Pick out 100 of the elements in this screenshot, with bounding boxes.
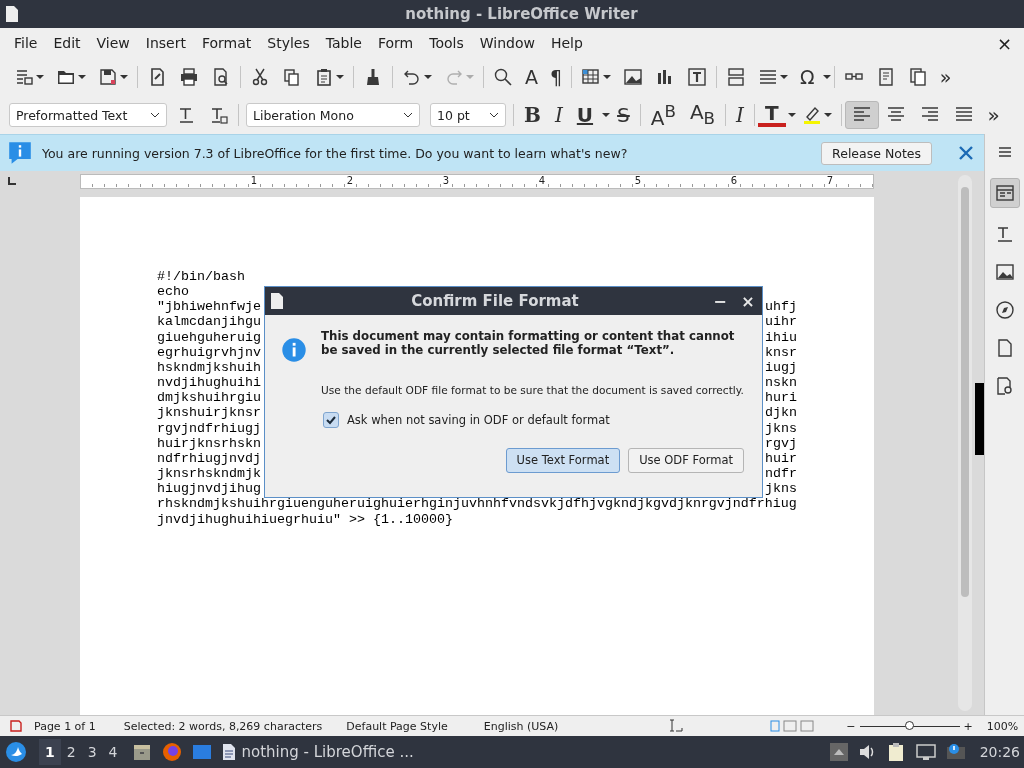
- ruler[interactable]: 1 2 3 4 5 6 7: [80, 173, 874, 189]
- document-icon: [270, 292, 284, 310]
- underline-button[interactable]: U: [569, 102, 601, 128]
- dropdown-arrow-icon[interactable]: [36, 73, 44, 81]
- checkbox[interactable]: [323, 412, 339, 428]
- spelling-button[interactable]: A: [519, 66, 544, 88]
- printer-icon[interactable]: [179, 67, 199, 87]
- table-icon[interactable]: [581, 67, 602, 87]
- dropdown-arrow-icon[interactable]: [823, 111, 832, 119]
- clock: 20:26: [979, 744, 1020, 760]
- ruler-label: 4: [536, 175, 548, 187]
- zoom-slider-thumb[interactable]: [904, 720, 914, 730]
- font-color-button[interactable]: T: [757, 103, 786, 127]
- menu-item[interactable]: Window: [471, 35, 543, 51]
- document-text: uhfj: [765, 299, 797, 315]
- menu-item[interactable]: Table: [317, 35, 370, 51]
- workspace-button[interactable]: 3: [81, 739, 103, 765]
- paste-icon[interactable]: [314, 67, 334, 87]
- close-document-button[interactable]: ×: [996, 32, 1018, 54]
- file-cabinet-icon[interactable]: [131, 742, 152, 762]
- copy-icon[interactable]: [282, 67, 302, 87]
- notification-icon[interactable]: [945, 743, 966, 761]
- more-button[interactable]: »: [980, 102, 1007, 128]
- zoom-in-button[interactable]: +: [963, 719, 973, 733]
- document-text: giuehguheruig: [157, 329, 261, 345]
- document-text: jknsrhskndmjk: [157, 466, 261, 482]
- page-style: Default Page Style: [346, 719, 448, 733]
- menu-item[interactable]: Tools: [421, 35, 472, 51]
- special-character-button[interactable]: Ω: [794, 66, 821, 88]
- dropdown-arrow-icon[interactable]: [120, 73, 128, 81]
- page-search-icon[interactable]: [994, 376, 1015, 396]
- align-left-icon[interactable]: [844, 101, 879, 129]
- dropdown-arrow-icon[interactable]: [780, 73, 789, 81]
- workspace-button[interactable]: 4: [102, 739, 124, 765]
- chevron-icon[interactable]: [150, 110, 160, 120]
- dropdown-arrow-icon[interactable]: [787, 111, 796, 119]
- search-icon[interactable]: [493, 67, 513, 87]
- menu-item[interactable]: Format: [193, 35, 260, 51]
- formatting-marks-button[interactable]: ¶: [544, 66, 569, 88]
- dropdown-arrow-icon[interactable]: [424, 73, 432, 81]
- release-notes-button[interactable]: Release Notes: [821, 141, 932, 165]
- clear-formatting-button[interactable]: I: [729, 102, 751, 128]
- font-name-dropdown[interactable]: Liberation Mono: [246, 103, 420, 127]
- dropdown-arrow-icon[interactable]: [602, 111, 611, 119]
- zoom-out-button[interactable]: −: [846, 719, 856, 733]
- navigator-icon[interactable]: [994, 300, 1015, 320]
- new-document-icon[interactable]: [14, 67, 34, 87]
- bold-button[interactable]: B: [517, 102, 548, 128]
- menu-item[interactable]: View: [88, 35, 138, 51]
- info-message: You are running version 7.3 of LibreOffice for the first time. Do you want to learn what's new?: [42, 145, 629, 161]
- more-button[interactable]: »: [933, 66, 958, 88]
- dropdown-arrow-icon[interactable]: [822, 73, 831, 81]
- document-text: rgvj: [765, 435, 797, 451]
- superscript-button[interactable]: A$^{B}$: [643, 99, 683, 131]
- italic-button[interactable]: I: [547, 102, 570, 128]
- start-menu-icon[interactable]: [5, 741, 27, 763]
- menu-item[interactable]: Form: [369, 35, 422, 51]
- page-break-icon[interactable]: [726, 67, 747, 87]
- text-box-icon[interactable]: [687, 67, 708, 87]
- document-text: hiugjnvdjihug: [157, 481, 261, 497]
- dropdown-arrow-icon[interactable]: [78, 73, 86, 81]
- dialog-button[interactable]: Use ODF Format: [628, 448, 744, 473]
- menu-item[interactable]: Edit: [45, 35, 89, 51]
- selection-info: Selected: 2 words, 8,269 characters: [123, 719, 323, 733]
- save-icon[interactable]: [98, 67, 118, 87]
- tab-stop-icon[interactable]: [8, 177, 16, 185]
- taskbar-task[interactable]: nothing - LibreOffice ...: [221, 743, 414, 761]
- checkbox-label[interactable]: Ask when not saving in ODF or default format: [347, 413, 610, 427]
- zoom-slider[interactable]: [859, 720, 960, 732]
- volume-icon[interactable]: [857, 743, 876, 761]
- minimize-button[interactable]: −: [706, 291, 734, 311]
- menu-item[interactable]: Insert: [137, 35, 194, 51]
- strikethrough-button[interactable]: S: [610, 102, 637, 128]
- close-button[interactable]: ×: [734, 291, 762, 311]
- font-size-dropdown[interactable]: 10 pt: [430, 103, 506, 127]
- dropdown-arrow-icon[interactable]: [603, 73, 612, 81]
- scrollbar[interactable]: [958, 175, 972, 711]
- dropdown-arrow-icon[interactable]: [336, 73, 344, 81]
- gallery-icon[interactable]: [994, 262, 1015, 282]
- new-style-icon[interactable]: [209, 105, 229, 125]
- chevron-icon[interactable]: [489, 110, 499, 120]
- workspace-button[interactable]: 2: [60, 739, 82, 765]
- subscript-button[interactable]: A$_{B}$: [682, 98, 722, 132]
- network-icon[interactable]: [915, 743, 936, 761]
- dialog-title: Confirm File Format: [410, 292, 580, 310]
- cut-icon[interactable]: [250, 67, 270, 87]
- paragraph-style-dropdown[interactable]: Preformatted Text: [9, 103, 167, 127]
- highlighter-icon[interactable]: [801, 105, 822, 125]
- sidebar-handle[interactable]: [975, 383, 984, 455]
- workspace-button[interactable]: 1: [39, 739, 61, 765]
- chevron-icon[interactable]: [403, 110, 413, 120]
- menu-item[interactable]: Styles: [259, 35, 318, 51]
- dialog-button[interactable]: Use Text Format: [505, 448, 621, 473]
- image-icon[interactable]: [623, 67, 644, 87]
- document-icon[interactable]: [221, 743, 236, 761]
- menu-item[interactable]: Help: [542, 35, 591, 51]
- window-icon[interactable]: [191, 742, 212, 762]
- document-text: ndfr: [765, 466, 797, 482]
- window-title: nothing - LibreOffice Writer: [404, 5, 639, 23]
- menu-item[interactable]: File: [6, 35, 46, 51]
